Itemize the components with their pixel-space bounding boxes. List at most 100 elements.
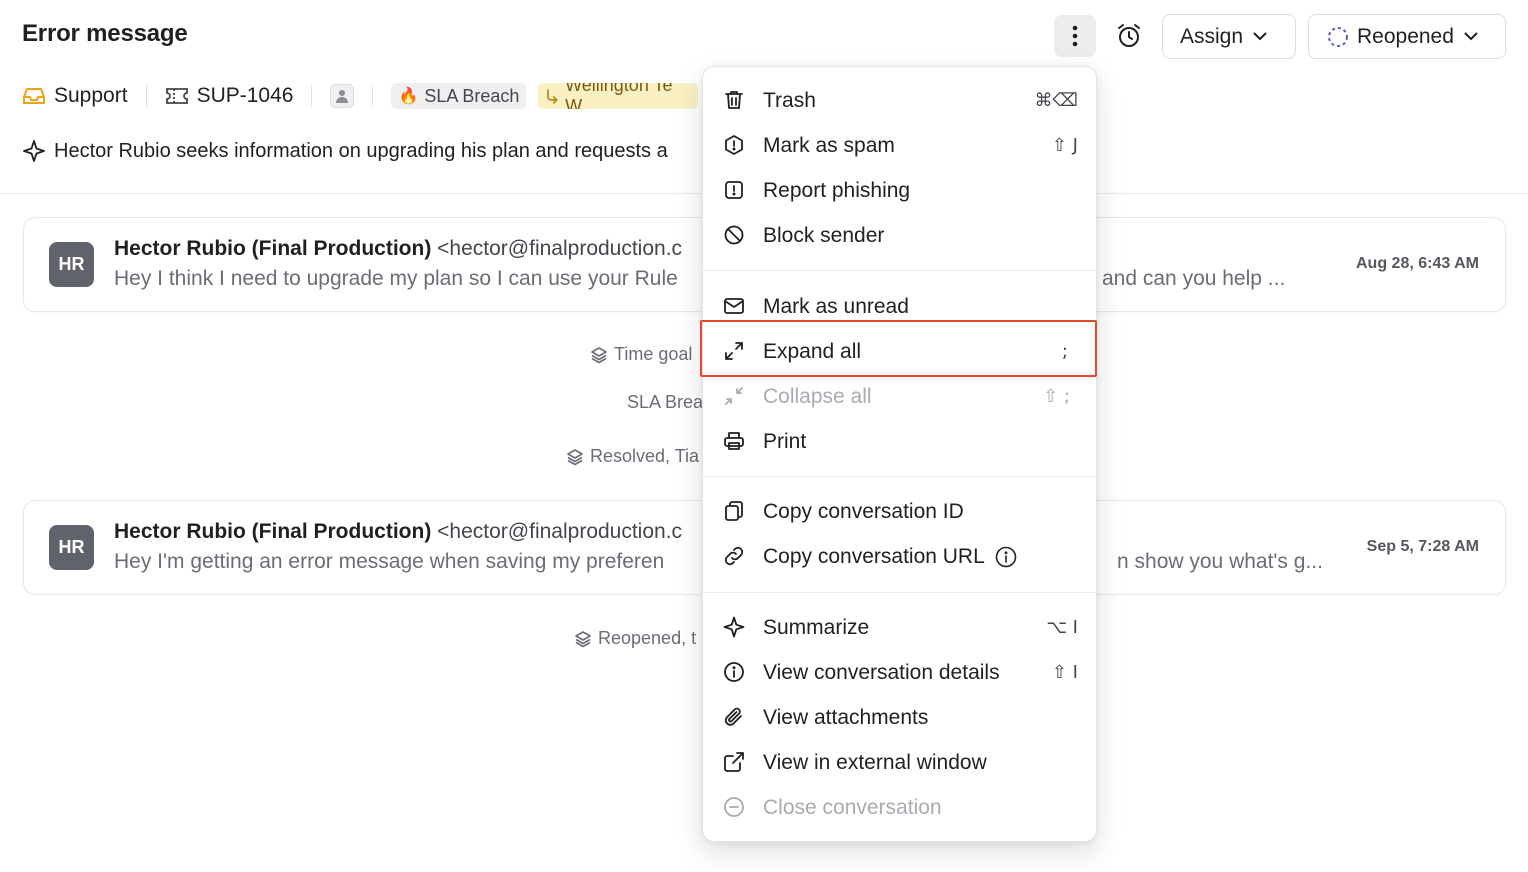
sender-email: <hector@finalproduction.c [437, 237, 683, 260]
menu-item-expand-all[interactable]: Expand all ; [703, 329, 1096, 374]
alert-icon [725, 181, 743, 199]
message-sender: Hector Rubio (Final Production) <hector@… [114, 237, 682, 261]
chevron-down-icon [1253, 32, 1267, 41]
link-icon [724, 546, 744, 566]
menu-divider [703, 476, 1096, 477]
event-text: Time goal [614, 344, 693, 364]
assign-dropdown[interactable]: Assign [1162, 14, 1296, 59]
menu-item-label: View conversation details [763, 660, 1000, 684]
menu-item-print[interactable]: Print [703, 419, 1096, 464]
sla-tag-label: SLA Breach [424, 85, 520, 106]
inbox-chip[interactable]: Support [22, 84, 128, 108]
sla-breach-tag[interactable]: 🔥 SLA Breach [391, 83, 527, 109]
event-text: Reopened, t [598, 628, 697, 648]
info-icon [724, 662, 744, 682]
menu-item-label: Report phishing [763, 178, 911, 202]
inbox-name: Support [54, 84, 128, 107]
layers-icon [567, 448, 583, 465]
menu-divider [703, 270, 1096, 271]
summary-text: Hector Rubio seeks information on upgrad… [54, 139, 668, 162]
menu-item-view-conversation-details[interactable]: View conversation details ⇧ I [703, 650, 1096, 695]
sender-name: Hector Rubio (Final Production) [114, 237, 432, 260]
external-icon [724, 752, 744, 772]
layers-icon [591, 346, 607, 363]
more-options-button[interactable] [1054, 15, 1096, 57]
page-title: Error message [22, 20, 188, 47]
status-label: Reopened [1357, 24, 1454, 48]
ticket-id: SUP-1046 [196, 84, 294, 107]
message-preview-tail: and can you help ... [1102, 267, 1286, 290]
divider [372, 85, 374, 107]
collapse-icon [725, 387, 743, 405]
trash-icon [725, 91, 743, 109]
chevron-down-icon [1464, 32, 1478, 41]
assign-label: Assign [1180, 24, 1244, 48]
menu-item-label: Mark as unread [763, 294, 909, 318]
more-vertical-icon [1072, 25, 1078, 47]
menu-item-text: Copy conversation URL [763, 544, 985, 568]
timeline-event: SLA Brea [627, 392, 703, 413]
message-preview: Hey I'm getting an error message when sa… [114, 550, 665, 573]
status-dropdown[interactable]: Reopened [1308, 14, 1506, 59]
block-icon [724, 225, 744, 245]
menu-item-label: Expand all [763, 339, 862, 363]
snooze-button[interactable] [1108, 15, 1150, 57]
layers-icon [575, 630, 591, 647]
menu-item-label: Copy conversation ID [763, 499, 964, 523]
menu-item-label: Close conversation [763, 795, 942, 819]
sparkle-icon [23, 140, 45, 162]
menu-item-report-phishing[interactable]: Report phishing [703, 168, 1096, 213]
timeline-event: Time goal [590, 344, 692, 365]
spam-icon [725, 135, 743, 155]
fire-icon: 🔥 [398, 88, 419, 105]
sender-email: <hector@finalproduction.c [437, 520, 683, 543]
message-preview: Hey I think I need to upgrade my plan so… [114, 267, 678, 290]
conversation-meta: Support SUP-1046 🔥 SLA Breach Wellington… [22, 80, 699, 112]
shortcut: ⇧ ; [1043, 386, 1070, 407]
menu-item-trash[interactable]: Trash ⌘⌫ [703, 78, 1096, 123]
shortcut: ⇧ J [1051, 135, 1078, 156]
menu-item-label: Collapse all [763, 384, 872, 408]
message-date: Sep 5, 7:28 AM [1366, 538, 1479, 555]
menu-item-mark-as-spam[interactable]: Mark as spam ⇧ J [703, 123, 1096, 168]
close-circle-icon [724, 797, 744, 817]
menu-item-copy-conversation-id[interactable]: Copy conversation ID [703, 489, 1096, 534]
menu-item-label: View attachments [763, 705, 929, 729]
menu-item-label: Mark as spam [763, 133, 895, 157]
ai-summary: Hector Rubio seeks information on upgrad… [22, 139, 668, 163]
timeline-event: Reopened, t [574, 628, 696, 649]
divider [311, 85, 313, 107]
menu-item-view-in-external-window[interactable]: View in external window [703, 740, 1096, 785]
message-sender: Hector Rubio (Final Production) <hector@… [114, 520, 682, 544]
menu-item-view-attachments[interactable]: View attachments [703, 695, 1096, 740]
menu-item-collapse-all: Collapse all ⇧ ; [703, 374, 1096, 419]
menu-item-label: Trash [763, 88, 816, 112]
timeline-event: Resolved, Tia [566, 446, 699, 467]
menu-item-summarize[interactable]: Summarize ⌥ I [703, 605, 1096, 650]
corner-arrow-icon [547, 89, 559, 104]
avatar: HR [49, 242, 94, 287]
sender-name: Hector Rubio (Final Production) [114, 520, 432, 543]
menu-item-close-conversation: Close conversation [703, 785, 1096, 830]
ticket-id-chip[interactable]: SUP-1046 [165, 84, 294, 108]
event-text: SLA Brea [627, 392, 704, 412]
paperclip-icon [724, 707, 742, 726]
menu-item-copy-conversation-url[interactable]: Copy conversation URL [703, 534, 1096, 579]
shortcut: ⌘⌫ [1034, 90, 1078, 111]
more-options-menu: Trash ⌘⌫ Mark as spam ⇧ J Report phishin… [702, 66, 1097, 842]
ticket-icon [165, 88, 188, 104]
copy-icon [725, 501, 743, 521]
sparkle-icon [723, 616, 745, 638]
menu-item-mark-as-unread[interactable]: Mark as unread [703, 284, 1096, 329]
assignee-avatar[interactable] [330, 84, 355, 108]
menu-item-block-sender[interactable]: Block sender [703, 213, 1096, 258]
organization-tag[interactable]: Wellington Te W [538, 83, 699, 109]
message-preview-tail: n show you what's g... [1117, 550, 1323, 573]
mail-icon [724, 298, 744, 314]
avatar: HR [49, 525, 94, 570]
message-date: Aug 28, 6:43 AM [1356, 255, 1479, 272]
info-icon[interactable] [995, 546, 1017, 568]
menu-item-label: Copy conversation URL [763, 545, 1017, 569]
menu-item-label: View in external window [763, 750, 987, 774]
reopened-status-icon [1328, 26, 1348, 47]
